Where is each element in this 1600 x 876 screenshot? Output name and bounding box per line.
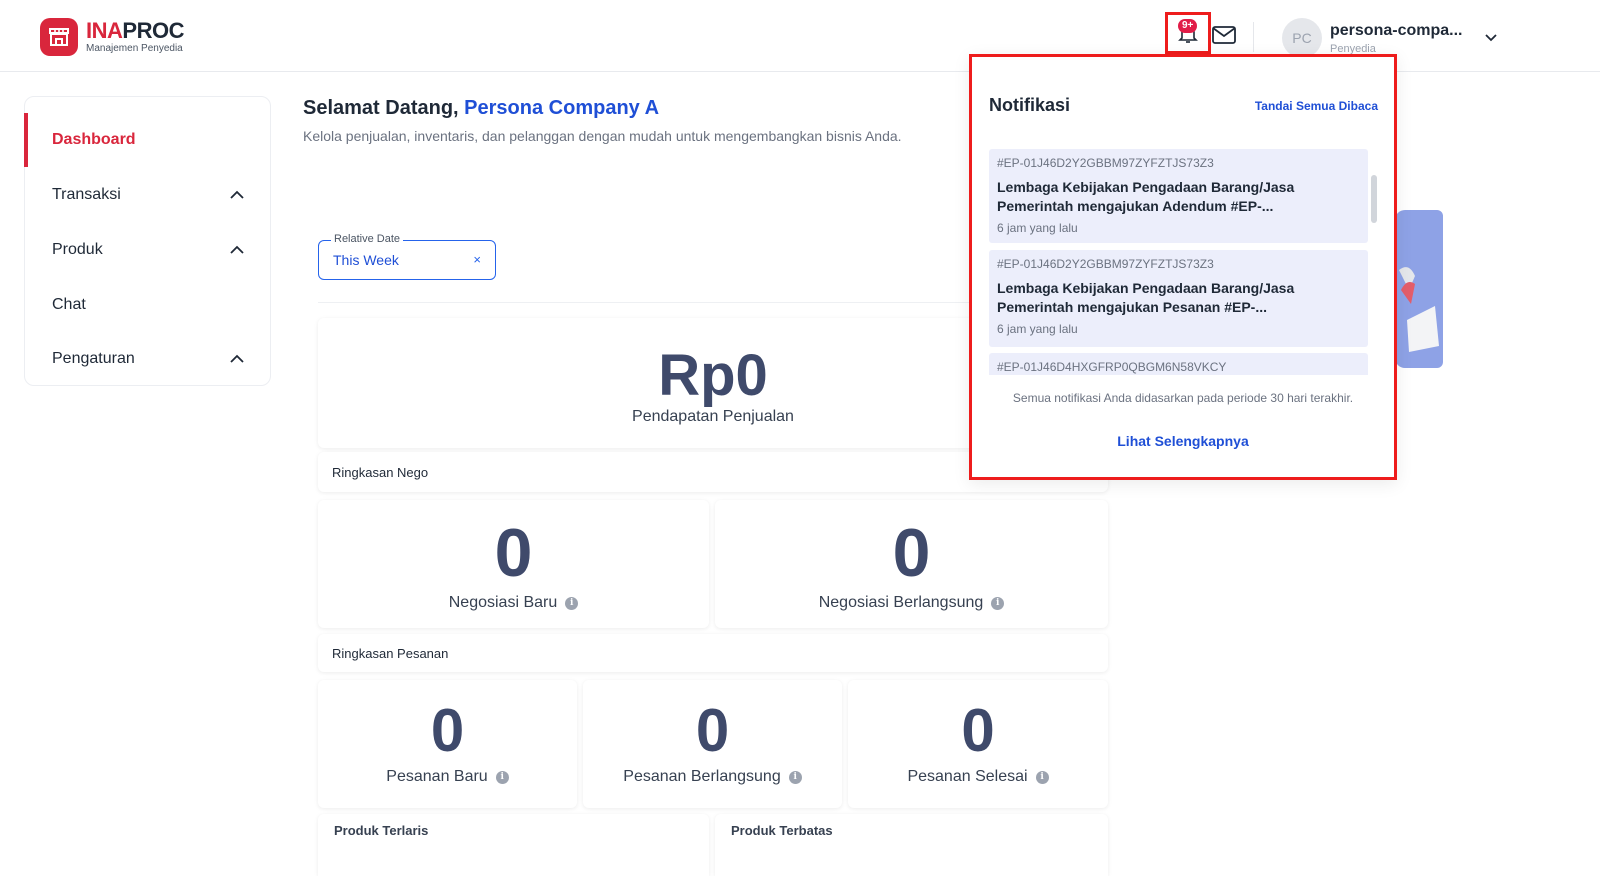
notification-item[interactable]: #EP-01J46D4HXGFRP0QBGM6N58VKCY	[989, 353, 1368, 375]
limited-products-card: Produk Terbatas	[715, 814, 1108, 876]
sidebar: Dashboard Transaksi Produk Chat Pengatur…	[24, 96, 271, 386]
inaproc-logo[interactable]: INAPROC Manajemen Penyedia	[40, 18, 184, 56]
order-done-value: 0	[961, 697, 995, 764]
notification-time: 6 jam yang lalu	[997, 322, 1078, 336]
order-done-label-text: Pesanan Selesai	[907, 768, 1028, 785]
dashboard-illustration	[1395, 210, 1443, 368]
order-ongoing-label-text: Pesanan Berlangsung	[623, 768, 781, 785]
brand-name-part2: PROC	[122, 18, 184, 43]
date-filter-value: This Week	[333, 252, 399, 268]
chevron-up-icon	[230, 245, 244, 254]
notification-scrollbar[interactable]	[1371, 175, 1377, 223]
page-subtitle: Kelola penjualan, inventaris, dan pelang…	[303, 128, 902, 144]
top-products-card: Produk Terlaris	[318, 814, 709, 876]
header-divider	[1253, 22, 1254, 52]
user-menu-chevron[interactable]	[1484, 30, 1498, 49]
info-icon[interactable]: i	[788, 770, 802, 784]
notification-button[interactable]: 9+	[1165, 12, 1211, 54]
limited-products-title: Produk Terbatas	[731, 823, 833, 838]
chevron-up-icon	[230, 354, 244, 363]
brand-name: INAPROC	[86, 20, 184, 42]
info-icon[interactable]: i	[1035, 770, 1049, 784]
notification-message: Lembaga Kebijakan Pengadaan Barang/Jasa …	[997, 179, 1295, 214]
order-new-label: Pesanan Baru i	[318, 768, 577, 786]
notification-footer-note: Semua notifikasi Anda didasarkan pada pe…	[1012, 391, 1354, 405]
nego-card-new: 0 Negosiasi Baru i	[318, 500, 709, 628]
company-name: Persona Company A	[464, 97, 660, 119]
nego-card-ongoing: 0 Negosiasi Berlangsung i	[715, 500, 1108, 628]
nego-new-label: Negosiasi Baru i	[318, 594, 709, 612]
notification-count-badge: 9+	[1178, 19, 1198, 33]
chevron-down-icon	[1485, 34, 1497, 42]
order-done-label: Pesanan Selesai i	[848, 768, 1108, 786]
nego-ongoing-value: 0	[892, 515, 931, 591]
nego-summary-title: Ringkasan Nego	[332, 464, 429, 480]
notification-item[interactable]: #EP-01J46D2Y2GBBM97ZYFZTJS73Z3 Lembaga K…	[989, 149, 1368, 243]
notification-id: #EP-01J46D2Y2GBBM97ZYFZTJS73Z3	[997, 156, 1214, 170]
brand-subtitle: Manajemen Penyedia	[86, 43, 183, 54]
clear-icon[interactable]: ×	[473, 252, 481, 267]
notification-time: 6 jam yang lalu	[997, 221, 1078, 235]
mail-button[interactable]	[1211, 24, 1237, 48]
notification-panel-title: Notifikasi	[989, 95, 1071, 115]
order-card-ongoing: 0 Pesanan Berlangsung i	[583, 680, 842, 808]
order-new-value: 0	[430, 697, 465, 764]
user-name[interactable]: persona-compa...	[1330, 22, 1462, 40]
revenue-label-text: Pendapatan Penjualan	[632, 408, 794, 425]
sidebar-item-chat[interactable]: Chat	[25, 285, 270, 325]
welcome-prefix: Selamat Datang,	[303, 97, 459, 119]
order-new-label-text: Pesanan Baru	[386, 768, 488, 785]
sidebar-item-label: Transaksi	[52, 186, 121, 203]
brand-name-part1: INA	[86, 18, 123, 43]
sidebar-item-label: Produk	[52, 241, 103, 258]
order-ongoing-label: Pesanan Berlangsung i	[583, 768, 842, 786]
notification-id: #EP-01J46D4HXGFRP0QBGM6N58VKCY	[997, 360, 1227, 374]
sidebar-item-label: Chat	[52, 296, 86, 313]
notification-list[interactable]: #EP-01J46D2Y2GBBM97ZYFZTJS73Z3 Lembaga K…	[989, 149, 1369, 375]
info-icon[interactable]: i	[495, 770, 509, 784]
date-filter-label: Relative Date	[331, 233, 404, 245]
mark-all-read-link[interactable]: Tandai Semua Dibaca	[1255, 99, 1378, 113]
nego-new-label-text: Negosiasi Baru	[448, 594, 558, 611]
order-card-done: 0 Pesanan Selesai i	[848, 680, 1108, 808]
store-icon	[40, 18, 78, 56]
page-title: Selamat Datang, Persona Company A	[303, 97, 659, 120]
order-summary-title: Ringkasan Pesanan	[332, 645, 449, 661]
relative-date-filter[interactable]: Relative Date This Week ×	[318, 233, 496, 280]
order-summary-header: Ringkasan Pesanan	[318, 634, 1108, 672]
nego-new-value: 0	[494, 515, 533, 591]
sidebar-item-transaksi[interactable]: Transaksi	[25, 175, 270, 215]
chevron-up-icon	[230, 190, 244, 199]
mail-icon	[1212, 26, 1236, 44]
sidebar-item-label: Dashboard	[52, 131, 136, 148]
notification-id: #EP-01J46D2Y2GBBM97ZYFZTJS73Z3	[997, 257, 1214, 271]
sidebar-item-pengaturan[interactable]: Pengaturan	[25, 339, 270, 379]
sidebar-item-produk[interactable]: Produk	[25, 230, 270, 270]
avatar[interactable]: PC	[1282, 18, 1322, 58]
notification-panel: Notifikasi Tandai Semua Dibaca #EP-01J46…	[969, 54, 1397, 480]
sidebar-item-dashboard[interactable]: Dashboard	[25, 120, 270, 160]
sidebar-item-label: Pengaturan	[52, 350, 135, 367]
nego-ongoing-label-text: Negosiasi Berlangsung	[818, 594, 984, 611]
see-more-link[interactable]: Lihat Selengkapnya	[972, 433, 1394, 449]
info-icon[interactable]: i	[991, 596, 1005, 610]
order-card-new: 0 Pesanan Baru i	[318, 680, 577, 808]
info-icon[interactable]: i	[565, 596, 579, 610]
order-ongoing-value: 0	[695, 697, 730, 764]
top-products-title: Produk Terlaris	[334, 823, 429, 838]
notification-message: Lembaga Kebijakan Pengadaan Barang/Jasa …	[997, 280, 1295, 315]
nego-ongoing-label: Negosiasi Berlangsung i	[715, 594, 1108, 612]
notification-item[interactable]: #EP-01J46D2Y2GBBM97ZYFZTJS73Z3 Lembaga K…	[989, 250, 1368, 347]
